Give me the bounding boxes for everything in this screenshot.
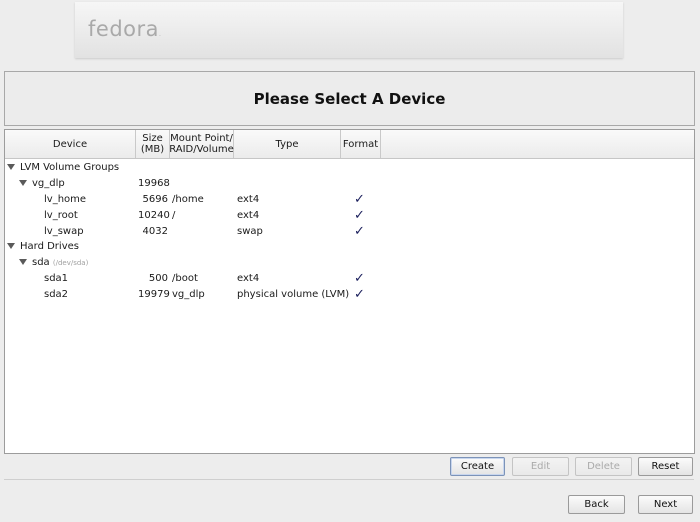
format-check-icon: ✓ [354, 271, 365, 286]
format-check-icon: ✓ [354, 287, 365, 302]
device-size: 19979 [138, 289, 170, 300]
expander-icon[interactable] [19, 180, 27, 186]
column-type[interactable]: Type [234, 130, 341, 158]
back-button[interactable]: Back [568, 495, 625, 514]
tree-row-lvm-group[interactable]: LVM Volume Groups [5, 160, 694, 176]
expander-icon[interactable] [7, 164, 15, 170]
page-title: Please Select A Device [253, 89, 446, 108]
mount-point: vg_dlp [172, 289, 205, 300]
group-label: LVM Volume Groups [20, 162, 120, 173]
fs-type: ext4 [237, 210, 260, 221]
fs-type: physical volume (LVM) [237, 289, 350, 300]
column-device[interactable]: Device [5, 130, 136, 158]
fs-type: ext4 [237, 194, 260, 205]
fs-type: swap [237, 226, 263, 237]
fedora-logo: fedora. [88, 17, 162, 41]
device-name: sda1 [44, 273, 69, 284]
edit-button[interactable]: Edit [512, 457, 569, 476]
device-size: 500 [148, 273, 168, 284]
tree-row-lv-root[interactable]: lv_root 10240 / ext4 ✓ [5, 208, 694, 224]
column-size[interactable]: Size (MB) [136, 130, 170, 158]
device-size: 4032 [142, 226, 168, 237]
tree-row-hard-drives[interactable]: Hard Drives [5, 239, 694, 255]
format-check-icon: ✓ [354, 208, 365, 223]
device-name: sda2 [44, 289, 69, 300]
mount-point: /boot [172, 273, 198, 284]
tree-row-sda[interactable]: sda (/dev/sda) [5, 255, 694, 271]
create-button[interactable]: Create [450, 457, 505, 476]
tree-row-vg[interactable]: vg_dlp 19968 [5, 176, 694, 192]
format-check-icon: ✓ [354, 224, 365, 239]
group-label: Hard Drives [20, 241, 79, 252]
fs-type: ext4 [237, 273, 260, 284]
divider [4, 479, 694, 480]
tree-row-lv-home[interactable]: lv_home 5696 /home ext4 ✓ [5, 192, 694, 208]
tree-row-sda2[interactable]: sda2 19979 vg_dlp physical volume (LVM) … [5, 287, 694, 303]
tree-header: Device Size (MB) Mount Point/RAID/Volume … [5, 130, 694, 159]
reset-button[interactable]: Reset [638, 457, 693, 476]
page-header: Please Select A Device [4, 71, 695, 126]
tree-row-sda1[interactable]: sda1 500 /boot ext4 ✓ [5, 271, 694, 287]
mount-point: /home [172, 194, 204, 205]
expander-icon[interactable] [7, 243, 15, 249]
device-path: (/dev/sda) [52, 259, 89, 267]
device-name: lv_home [44, 194, 87, 205]
column-format[interactable]: Format [341, 130, 381, 158]
device-size: 10240 [138, 210, 170, 221]
next-button[interactable]: Next [638, 495, 693, 514]
device-name: lv_root [44, 210, 78, 221]
fedora-banner: fedora. [75, 2, 623, 58]
column-mount-point[interactable]: Mount Point/RAID/Volume [169, 130, 234, 158]
device-name: lv_swap [44, 226, 84, 237]
device-name: sda [32, 257, 50, 268]
device-name: vg_dlp [32, 178, 65, 189]
mount-point: / [172, 210, 176, 221]
tree-row-lv-swap[interactable]: lv_swap 4032 swap ✓ [5, 224, 694, 240]
expander-icon[interactable] [19, 259, 27, 265]
device-size: 5696 [142, 194, 168, 205]
device-size: 19968 [138, 178, 170, 189]
device-tree[interactable]: Device Size (MB) Mount Point/RAID/Volume … [4, 129, 695, 454]
delete-button[interactable]: Delete [575, 457, 632, 476]
format-check-icon: ✓ [354, 192, 365, 207]
